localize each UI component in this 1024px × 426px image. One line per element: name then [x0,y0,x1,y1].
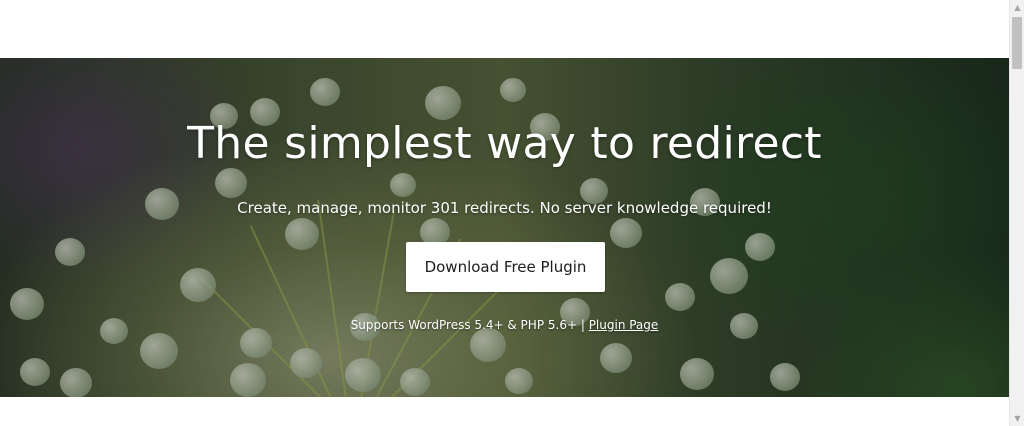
scroll-down-arrow-icon[interactable]: ▼ [1010,411,1024,426]
vertical-scrollbar[interactable]: ▲ ▼ [1009,0,1024,426]
support-line: Supports WordPress 5.4+ & PHP 5.6+ | Plu… [0,318,1009,332]
hero-overlay [0,58,1009,397]
hero-section: The simplest way to redirect Create, man… [0,58,1009,397]
scrollbar-thumb[interactable] [1012,17,1022,69]
top-bar [0,0,1009,58]
plugin-page-link[interactable]: Plugin Page [589,318,659,332]
support-text: Supports WordPress 5.4+ & PHP 5.6+ | [350,318,589,332]
scroll-up-arrow-icon[interactable]: ▲ [1010,0,1024,15]
download-free-plugin-button[interactable]: Download Free Plugin [406,242,605,292]
hero-title: The simplest way to redirect [187,118,822,169]
hero-subtitle: Create, manage, monitor 301 redirects. N… [237,199,772,217]
bottom-area [0,397,1009,426]
page: The simplest way to redirect Create, man… [0,0,1024,426]
